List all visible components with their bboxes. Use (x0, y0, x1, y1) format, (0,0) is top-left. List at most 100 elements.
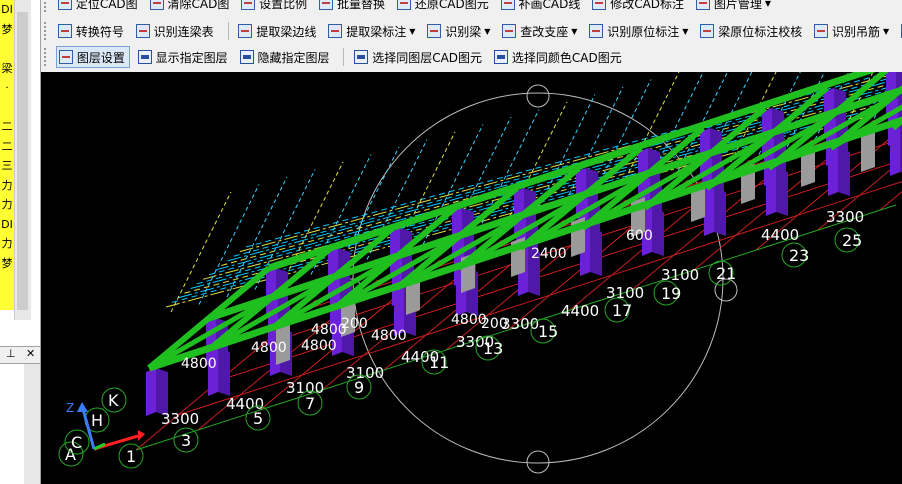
component-list-item[interactable]: 梁 (0, 59, 14, 79)
chevron-down-icon: ▼ (682, 26, 689, 36)
hanger-icon (814, 24, 829, 38)
component-list-item[interactable]: DI (0, 0, 14, 20)
component-list-item[interactable] (0, 39, 14, 59)
column (828, 148, 838, 196)
set-scale-button[interactable]: 设置比例 (239, 0, 311, 14)
support-icon (502, 24, 517, 38)
check-support-button[interactable]: 查改支座 ▼ (500, 20, 581, 42)
column (156, 368, 168, 416)
component-list-item[interactable]: DI (0, 215, 14, 235)
dimension-label: 4800 (181, 356, 217, 372)
pin-icon[interactable]: ⊥ (6, 347, 16, 360)
dimension-label: 4400 (561, 302, 599, 320)
extract-beam-annotation-button[interactable]: 提取梁标注 ▼ (326, 20, 419, 42)
component-list[interactable]: DI 梦梁 · 二二三力力 DI 力梦 (0, 0, 14, 310)
chevron-down-icon: ▼ (571, 26, 578, 36)
toolbar-grip[interactable] (44, 0, 49, 12)
recognize-beam-button[interactable]: 识别梁 ▼ (425, 20, 494, 42)
axis-number-label: 17 (612, 301, 632, 320)
shear-wall (861, 132, 875, 172)
axis-number-label: 13 (483, 339, 503, 358)
dimension-label: 4400 (761, 226, 799, 244)
toolbar-cad-tools: 定位CAD图 清除CAD图 设置比例 批量替换 还原CAD图元 补画CAD线 修… (42, 0, 902, 16)
component-list-item[interactable]: 力 (0, 176, 14, 196)
toolbar-separator (227, 22, 229, 40)
convert-symbol-button[interactable]: 转换符号 (56, 20, 128, 42)
scale-icon (241, 0, 256, 10)
redraw-cad-line-button[interactable]: 补画CAD线 (499, 0, 585, 14)
orbit-handle (526, 84, 550, 108)
dimension-label: 4800 (251, 340, 287, 356)
locate-cad-button[interactable]: 定位CAD图 (56, 0, 142, 14)
axis-letter-label: C (71, 433, 82, 452)
property-panel-scrollbar[interactable] (24, 364, 40, 484)
cad-icon (239, 50, 254, 64)
chevron-down-icon: ▼ (409, 26, 416, 36)
dimension-label: 200 (341, 316, 368, 332)
chevron-down-icon: ▼ (764, 0, 772, 8)
layer-settings-button[interactable]: 图层设置 (55, 46, 130, 68)
hide-layer-button[interactable]: 隐藏指定图层 (238, 46, 334, 68)
axis-number-label: 25 (842, 231, 862, 250)
component-list-item[interactable]: 梦 (0, 20, 14, 40)
extract-beam-edge-button[interactable]: 提取梁边线 (236, 20, 320, 42)
axis-letter-label: K (108, 391, 119, 410)
column (766, 168, 776, 216)
dimension-label: 3100 (346, 364, 384, 382)
z-axis-arrowhead (77, 402, 88, 412)
axis-number-label: 11 (429, 353, 449, 372)
component-list-item[interactable]: 三 (0, 156, 14, 176)
image-icon (695, 0, 710, 10)
column (704, 188, 714, 236)
axis-number-label: 5 (253, 409, 263, 428)
dimension-label: 3300 (161, 410, 199, 428)
select-same-color-button[interactable]: 选择同颜色CAD图元 (492, 46, 626, 68)
select-same-layer-button[interactable]: 选择同图层CAD图元 (352, 46, 486, 68)
component-list-item[interactable]: 二 (0, 117, 14, 137)
scrollbar-thumb[interactable] (17, 12, 28, 310)
toolbar-grip[interactable] (44, 48, 49, 66)
close-icon[interactable]: ✕ (26, 347, 35, 360)
component-list-item[interactable]: · (0, 78, 14, 98)
component-list-item[interactable]: 力 (0, 195, 14, 215)
restore-cad-button[interactable]: 还原CAD图元 (395, 0, 493, 14)
image-manage-button[interactable]: 图片管理 ▼ (694, 0, 775, 14)
recognize-in-situ-annotation-button[interactable]: 识别原位标注 ▼ (587, 20, 692, 42)
beam-icon (427, 24, 442, 38)
axis-number-label: 1 (126, 447, 136, 466)
verify-beam-annotation-button[interactable]: 梁原位标注校核 (698, 20, 806, 42)
toolbar-separator (343, 48, 345, 66)
axis-number-label: 7 (305, 394, 315, 413)
toolbar-layer-tools: 图层设置 显示指定图层 隐藏指定图层 选择同图层CAD图元 选择同颜色CAD图元 (42, 46, 902, 70)
column (146, 368, 156, 416)
component-list-scrollbar[interactable] (14, 0, 31, 320)
show-layer-button[interactable]: 显示指定图层 (136, 46, 232, 68)
component-list-item[interactable] (0, 98, 14, 118)
model-viewport[interactable]: 3300 4400 3100 3100 4400 3300 3300 4400 3100 3100… (41, 72, 902, 484)
left-dock-panel: DI 梦梁 · 二二三力力 DI 力梦 ⊥ ✕ (0, 0, 41, 484)
clear-cad-button[interactable]: 清除CAD图 (148, 0, 234, 14)
verify-icon (700, 24, 715, 38)
line-icon (500, 0, 515, 10)
column (218, 348, 230, 396)
toolbar-grip[interactable] (44, 22, 49, 40)
column (776, 168, 788, 216)
cad-line (170, 191, 232, 313)
recognize-link-beam-table-button[interactable]: 识别连梁表 (134, 20, 218, 42)
batch-replace-button[interactable]: 批量替换 (317, 0, 389, 14)
axis-number-label: 21 (716, 264, 736, 283)
in-situ-icon (589, 24, 604, 38)
beam-edge-icon (238, 24, 253, 38)
property-panel-header: ⊥ ✕ (0, 346, 40, 364)
edit-cad-annotation-button[interactable]: 修改CAD标注 (590, 0, 688, 14)
x-axis-arrowhead (138, 430, 145, 441)
cad-icon (493, 50, 508, 64)
recognize-hanger-bar-button[interactable]: 识别吊筋 ▼ (812, 20, 893, 42)
component-list-item[interactable]: 梦 (0, 254, 14, 274)
component-list-item[interactable]: 二 (0, 137, 14, 157)
edit-icon (592, 0, 607, 10)
chevron-down-icon: ▼ (484, 26, 491, 36)
model-3d-view[interactable]: 3300440031003100440033003300440031003100… (41, 72, 902, 484)
component-list-item[interactable]: 力 (0, 234, 14, 254)
orbit-handle (526, 450, 550, 474)
